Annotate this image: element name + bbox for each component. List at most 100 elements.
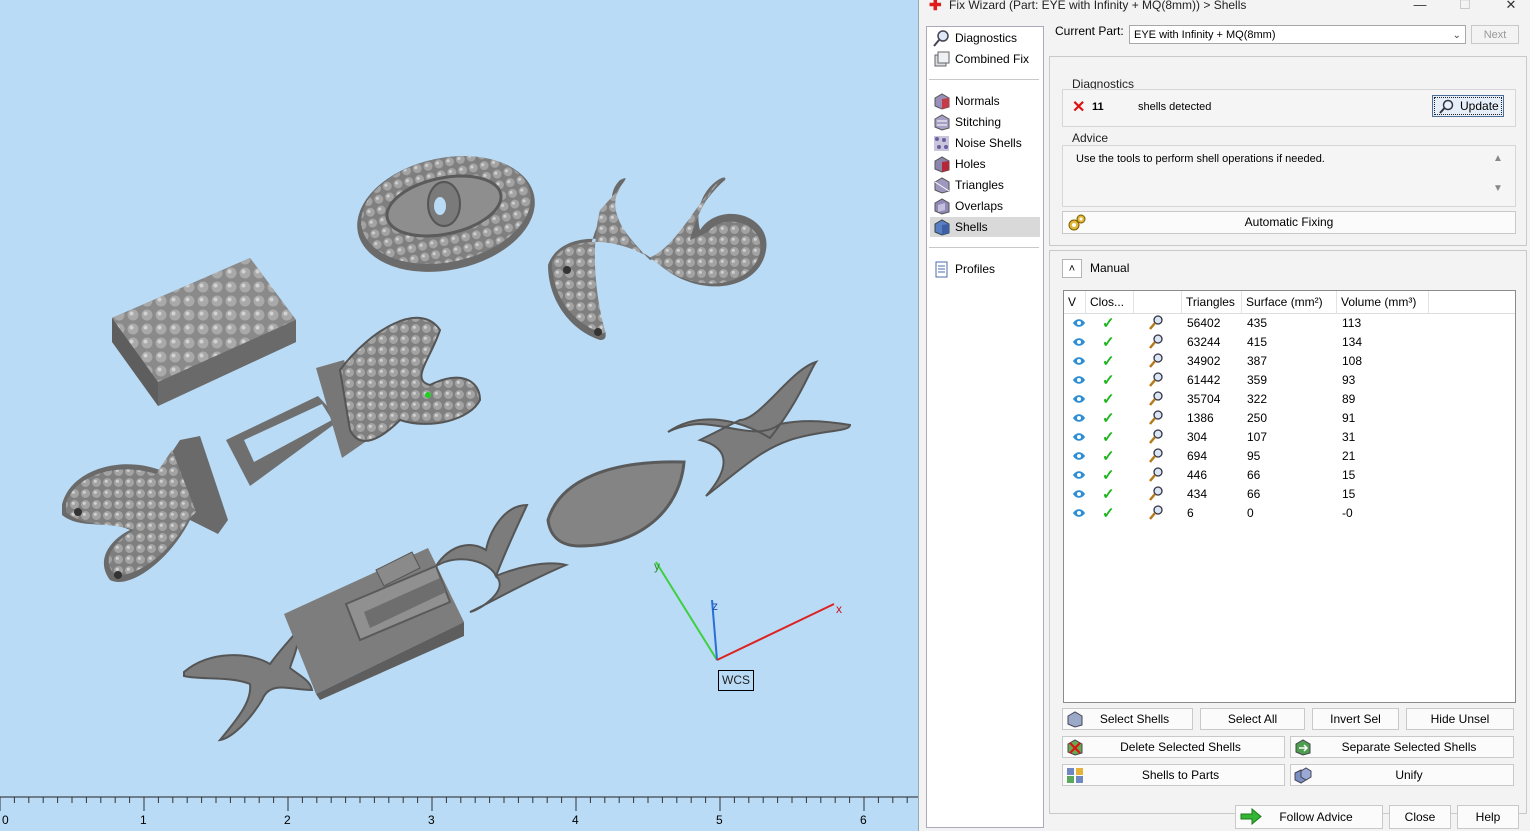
separate-selected-shells-button[interactable]: Separate Selected Shells: [1290, 736, 1514, 758]
red-cross-icon: ✚: [929, 0, 942, 14]
update-button[interactable]: Update: [1432, 95, 1504, 117]
help-button[interactable]: Help: [1457, 805, 1519, 829]
nav-label-shells: Shells: [955, 220, 988, 234]
nav-item-overlaps[interactable]: Overlaps: [930, 196, 1040, 216]
cell-volume: 15: [1342, 468, 1356, 482]
eye-icon[interactable]: [1072, 410, 1086, 429]
table-row[interactable]: ✓ 304 107 31: [1064, 428, 1515, 447]
nav-item-normals[interactable]: Normals: [930, 91, 1040, 111]
nav-item-holes[interactable]: Holes: [930, 154, 1040, 174]
eye-icon[interactable]: [1072, 505, 1086, 524]
nav-item-diagnostics[interactable]: Diagnostics: [930, 28, 1040, 48]
col-header-closed[interactable]: Clos...: [1086, 291, 1134, 313]
scroll-down-icon[interactable]: ▼: [1493, 183, 1503, 194]
manual-panel: ˄ Manual V Clos... Triangles Surface (mm…: [1049, 250, 1527, 814]
delete-selected-label: Delete Selected Shells: [1120, 740, 1241, 754]
cell-surface: 250: [1247, 411, 1268, 425]
table-row[interactable]: ✓ 694 95 21: [1064, 447, 1515, 466]
plain-infinity-model-1[interactable]: [667, 360, 852, 497]
diagnostics-icon: [933, 30, 949, 47]
current-part-label: Current Part:: [1055, 24, 1124, 38]
table-row[interactable]: ✓ 6 0 -0: [1064, 504, 1515, 523]
col-header-visible[interactable]: V: [1064, 291, 1086, 313]
nav-item-noise-shells[interactable]: Noise Shells: [930, 133, 1040, 153]
nav-item-combined-fix[interactable]: Combined Fix: [930, 49, 1040, 69]
plain-infinity-model-3[interactable]: [183, 627, 314, 742]
eye-icon[interactable]: [1072, 353, 1086, 372]
eye-icon[interactable]: [1072, 391, 1086, 410]
table-row[interactable]: ✓ 35704 322 89: [1064, 390, 1515, 409]
cell-triangles: 304: [1187, 430, 1208, 444]
nav-item-stitching[interactable]: Stitching: [930, 112, 1040, 132]
scroll-up-icon[interactable]: ▲: [1493, 153, 1503, 164]
current-part-select[interactable]: EYE with Infinity + MQ(8mm) ⌄: [1129, 25, 1466, 44]
delete-selected-shells-button[interactable]: Delete Selected Shells: [1062, 736, 1285, 758]
leaf-shape-model[interactable]: [546, 460, 686, 548]
nav-item-triangles[interactable]: Triangles: [930, 175, 1040, 195]
eye-icon[interactable]: [1072, 467, 1086, 486]
bumpy-infinity-model[interactable]: [548, 177, 767, 340]
eye-icon[interactable]: [1072, 429, 1086, 448]
eye-icon[interactable]: [1072, 372, 1086, 391]
eye-icon[interactable]: [1072, 486, 1086, 505]
close-button[interactable]: Close: [1389, 805, 1451, 829]
nav-item-profiles[interactable]: Profiles: [930, 259, 1040, 279]
table-row[interactable]: ✓ 1386 250 91: [1064, 409, 1515, 428]
zoom-to-shell-icon[interactable]: [1148, 505, 1164, 526]
shell-count: 11: [1092, 101, 1104, 113]
minimize-button[interactable]: —: [1405, 0, 1435, 14]
cell-surface: 66: [1247, 487, 1261, 501]
cell-volume: 108: [1342, 354, 1363, 368]
shells-table[interactable]: V Clos... Triangles Surface (mm²) Volume…: [1063, 290, 1516, 703]
table-row[interactable]: ✓ 434 66 15: [1064, 485, 1515, 504]
nav-item-shells[interactable]: Shells: [930, 217, 1040, 237]
select-shells-button[interactable]: Select Shells: [1062, 708, 1193, 730]
scene-objects[interactable]: y z x: [0, 0, 918, 831]
cell-triangles: 6: [1187, 506, 1194, 520]
table-row[interactable]: ✓ 61442 359 93: [1064, 371, 1515, 390]
current-part-value: EYE with Infinity + MQ(8mm): [1134, 29, 1276, 41]
close-window-button[interactable]: ✕: [1496, 0, 1526, 14]
col-header-surface[interactable]: Surface (mm²): [1242, 291, 1337, 313]
col-header-zoom[interactable]: [1134, 291, 1182, 313]
cell-surface: 415: [1247, 335, 1268, 349]
unify-button[interactable]: Unify: [1290, 764, 1514, 786]
follow-advice-button[interactable]: Follow Advice: [1235, 805, 1383, 829]
table-row[interactable]: ✓ 56402 435 113: [1064, 314, 1515, 333]
eye-icon[interactable]: [1072, 448, 1086, 467]
table-row[interactable]: ✓ 63244 415 134: [1064, 333, 1515, 352]
automatic-fixing-button[interactable]: Automatic Fixing: [1062, 211, 1516, 234]
advice-group-title: Advice: [1072, 131, 1109, 145]
cell-surface: 0: [1247, 506, 1254, 520]
cell-surface: 95: [1247, 449, 1261, 463]
eye-charm-model[interactable]: [346, 141, 545, 288]
bumpy-plate-model[interactable]: [112, 258, 296, 406]
advice-text: Use the tools to perform shell operation…: [1076, 153, 1325, 165]
collapse-manual-button[interactable]: ˄: [1062, 259, 1082, 278]
eye-icon[interactable]: [1072, 334, 1086, 353]
left-bumpy-infinity-model[interactable]: [62, 436, 228, 582]
follow-advice-label: Follow Advice: [1279, 810, 1353, 824]
cell-volume: 15: [1342, 487, 1356, 501]
col-header-volume[interactable]: Volume (mm³): [1337, 291, 1429, 313]
select-all-button[interactable]: Select All: [1200, 708, 1305, 730]
clasp-box-model[interactable]: [284, 548, 464, 700]
next-button[interactable]: Next: [1471, 25, 1519, 44]
invert-sel-button[interactable]: Invert Sel: [1312, 708, 1399, 730]
title-bar[interactable]: ✚ Fix Wizard (Part: EYE with Infinity + …: [919, 0, 1530, 14]
plain-infinity-model-2[interactable]: [435, 503, 570, 613]
col-header-triangles[interactable]: Triangles: [1182, 291, 1242, 313]
table-row[interactable]: ✓ 34902 387 108: [1064, 352, 1515, 371]
shells-to-parts-label: Shells to Parts: [1141, 768, 1220, 782]
maximize-button[interactable]: ☐: [1450, 0, 1480, 14]
nav-label-noise-shells: Noise Shells: [955, 136, 1022, 150]
3d-viewport[interactable]: y z x WCS 0 1 2 3 4 5 6: [0, 0, 918, 831]
cell-triangles: 34902: [1187, 354, 1221, 368]
shells-to-parts-button[interactable]: Shells to Parts: [1062, 764, 1285, 786]
table-row[interactable]: ✓ 446 66 15: [1064, 466, 1515, 485]
hide-unsel-button[interactable]: Hide Unsel: [1406, 708, 1514, 730]
eye-icon[interactable]: [1072, 315, 1086, 334]
check-icon: ✓: [1102, 372, 1115, 389]
nav-label-triangles: Triangles: [955, 178, 1004, 192]
cell-volume: 113: [1342, 316, 1362, 330]
